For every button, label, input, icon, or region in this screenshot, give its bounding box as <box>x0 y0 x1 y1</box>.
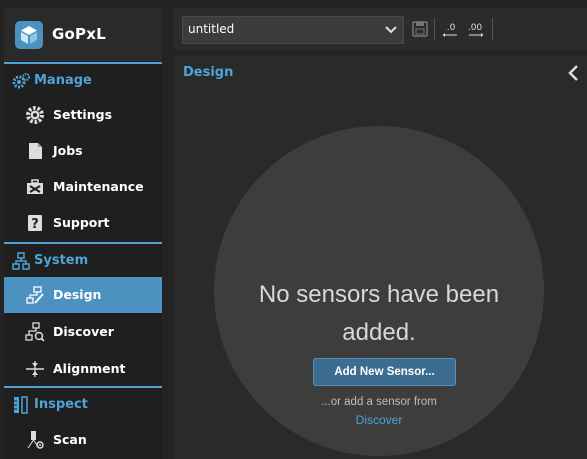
sidebar-item-support[interactable]: ? Support <box>4 205 162 241</box>
job-select-value: untitled <box>188 22 235 36</box>
panel-title: Design <box>183 65 234 80</box>
gear-icon <box>26 106 44 124</box>
alignment-icon <box>26 361 44 377</box>
document-icon <box>29 143 42 159</box>
sidebar-item-maintenance[interactable]: Maintenance <box>4 169 162 205</box>
sidebar-item-label: Support <box>53 215 110 230</box>
add-new-sensor-button[interactable]: Add New Sensor... <box>313 358 456 386</box>
sidebar-item-label: Alignment <box>53 361 126 376</box>
network-icon <box>12 252 30 270</box>
toolbar: untitled .0 .00 <box>174 8 587 50</box>
section-inspect: Inspect <box>4 386 162 423</box>
discover-icon <box>25 322 45 342</box>
sidebar-item-label: Design <box>53 287 102 302</box>
design-panel: Design No sensors have been added. Add N… <box>174 56 587 459</box>
section-label: System <box>34 253 89 268</box>
sidebar: GoPxL Manage Settings Jobs Maintenance ?… <box>4 8 162 459</box>
empty-state-hint: ...or add a sensor from <box>321 396 437 408</box>
help-icon: ? <box>28 215 42 232</box>
decimal-decrease-icon[interactable]: .0 <box>442 19 460 39</box>
discover-link[interactable]: Discover <box>254 413 504 427</box>
design-icon <box>26 286 44 304</box>
toolbox-icon <box>27 179 43 194</box>
sidebar-item-alignment[interactable]: Alignment <box>4 351 162 387</box>
svg-text:?: ? <box>31 217 39 232</box>
sidebar-item-label: Maintenance <box>53 179 144 194</box>
sidebar-item-scan[interactable]: Scan <box>4 422 162 458</box>
gears-icon <box>12 73 30 89</box>
empty-state-circle: No sensors have been added. Add New Sens… <box>214 126 544 456</box>
svg-text:.0: .0 <box>447 23 456 33</box>
job-select[interactable]: untitled <box>182 16 404 44</box>
section-label: Inspect <box>34 397 88 412</box>
app-name: GoPxL <box>52 25 106 43</box>
sidebar-item-design[interactable]: Design <box>4 277 162 313</box>
sidebar-item-label: Jobs <box>53 143 83 158</box>
sidebar-item-label: Settings <box>53 107 113 122</box>
ruler-icon <box>14 396 28 414</box>
chevron-left-icon[interactable] <box>567 65 579 81</box>
decimal-increase-icon[interactable]: .00 <box>466 19 484 39</box>
sidebar-item-jobs[interactable]: Jobs <box>4 133 162 169</box>
toolbar-divider <box>434 18 435 40</box>
toolbar-divider <box>492 18 493 40</box>
gopxl-logo-icon <box>15 21 43 49</box>
section-system: System <box>4 242 162 279</box>
sidebar-item-settings[interactable]: Settings <box>4 97 162 133</box>
sidebar-item-label: Scan <box>53 432 87 447</box>
chevron-down-icon <box>385 26 397 34</box>
scan-icon <box>27 431 44 449</box>
svg-text:.00: .00 <box>468 23 483 33</box>
empty-state-message: No sensors have been added. <box>258 281 500 346</box>
section-manage: Manage <box>4 62 162 99</box>
sidebar-item-label: Discover <box>53 324 114 339</box>
app-logo[interactable]: GoPxL <box>4 8 162 61</box>
sidebar-item-discover[interactable]: Discover <box>4 314 162 350</box>
section-label: Manage <box>34 73 92 88</box>
save-icon[interactable] <box>411 19 429 39</box>
